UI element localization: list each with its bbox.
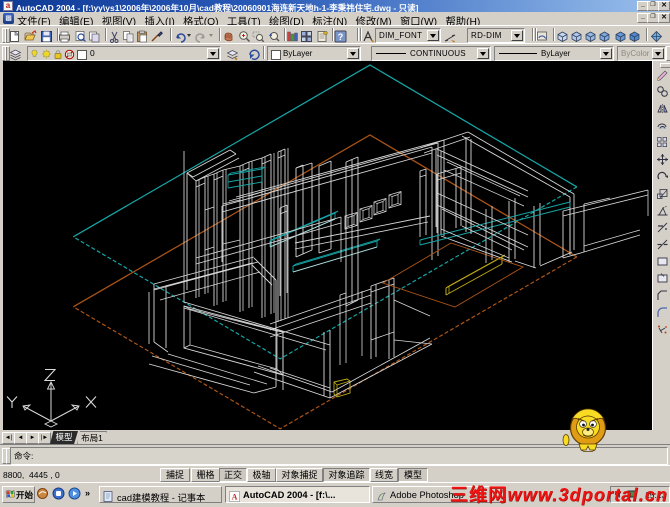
svg-text:?: ? xyxy=(338,32,344,42)
svg-text:A: A xyxy=(232,493,238,502)
